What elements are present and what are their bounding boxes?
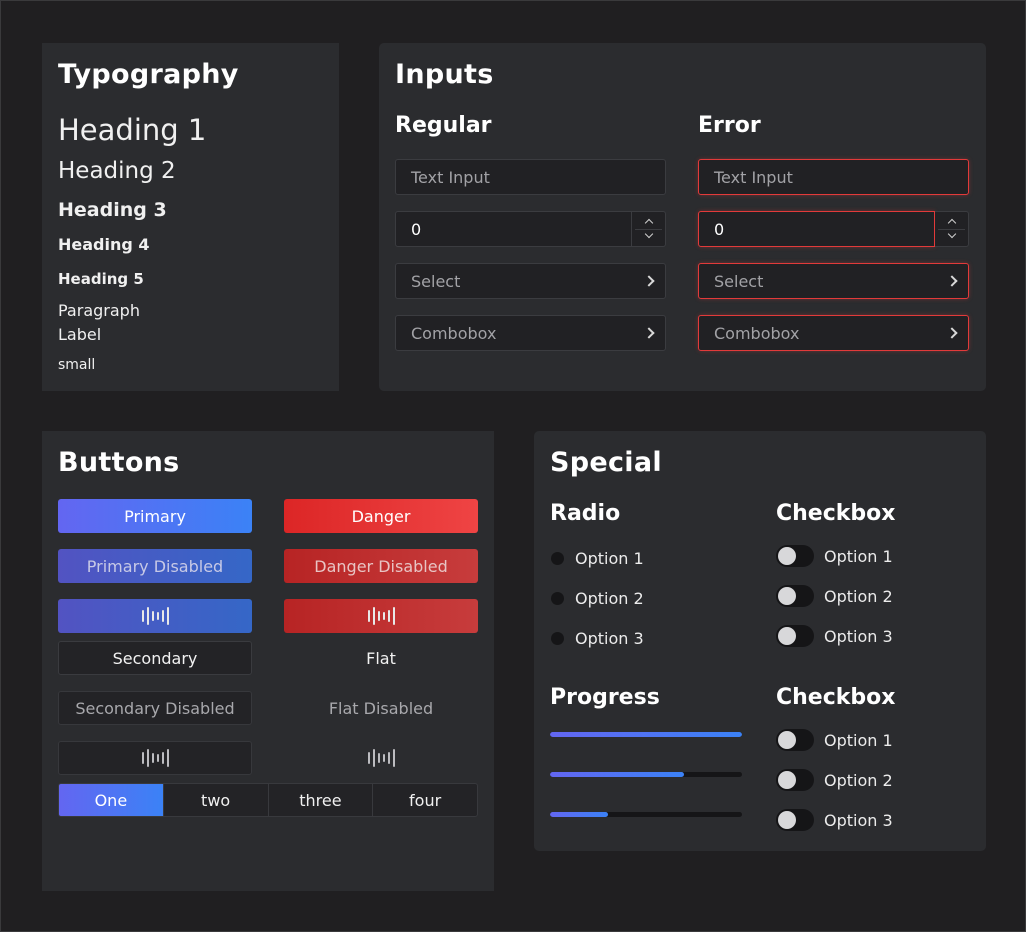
heading-2: Heading 2 bbox=[58, 158, 176, 184]
radio-option-3[interactable]: Option 3 bbox=[551, 629, 644, 648]
checkbox-option-1[interactable]: Option 1 bbox=[776, 545, 893, 567]
buttons-title: Buttons bbox=[58, 447, 180, 478]
error-text-placeholder: Text Input bbox=[714, 167, 793, 187]
chevron-down-icon[interactable] bbox=[644, 229, 653, 239]
radio-title: Radio bbox=[550, 501, 621, 526]
error-select-placeholder: Select bbox=[714, 271, 764, 291]
checkbox2-option-3[interactable]: Option 3 bbox=[776, 809, 893, 831]
segment-two[interactable]: two bbox=[162, 784, 268, 816]
checkbox-title-2: Checkbox bbox=[776, 685, 896, 710]
toggle-label: Option 2 bbox=[824, 770, 893, 790]
flat-loading-button[interactable] bbox=[284, 741, 478, 775]
heading-4: Heading 4 bbox=[58, 235, 150, 254]
toggle-label: Option 1 bbox=[824, 730, 893, 750]
checkbox-option-3[interactable]: Option 3 bbox=[776, 625, 893, 647]
special-title: Special bbox=[550, 447, 662, 478]
heading-1: Heading 1 bbox=[58, 113, 207, 147]
toggle-label: Option 3 bbox=[824, 626, 893, 646]
toggle-switch[interactable] bbox=[776, 625, 814, 647]
small-text: small bbox=[58, 357, 96, 373]
error-combobox[interactable]: Combobox bbox=[698, 315, 969, 351]
inputs-card: Inputs Regular Text Input 0 Select Combo… bbox=[379, 43, 986, 391]
error-number-stepper[interactable] bbox=[935, 211, 969, 247]
chevron-right-icon bbox=[643, 327, 655, 339]
radio-label: Option 1 bbox=[575, 549, 644, 568]
toggle-switch[interactable] bbox=[776, 545, 814, 567]
special-card: Special Radio Option 1 Option 2 Option 3… bbox=[534, 431, 986, 851]
radio-button[interactable] bbox=[551, 592, 564, 605]
danger-loading-button[interactable] bbox=[284, 599, 478, 633]
regular-number-value[interactable]: 0 bbox=[395, 211, 632, 247]
checkbox-option-2[interactable]: Option 2 bbox=[776, 585, 893, 607]
toggle-switch[interactable] bbox=[776, 729, 814, 751]
progress-bar-3 bbox=[550, 812, 742, 817]
chevron-up-icon[interactable] bbox=[947, 218, 956, 228]
loading-wave-icon bbox=[141, 749, 169, 767]
regular-select-placeholder: Select bbox=[411, 271, 461, 291]
checkbox-title: Checkbox bbox=[776, 501, 896, 526]
error-number-input[interactable]: 0 bbox=[698, 211, 969, 247]
checkbox2-option-2[interactable]: Option 2 bbox=[776, 769, 893, 791]
chevron-down-icon[interactable] bbox=[947, 229, 956, 239]
primary-loading-button[interactable] bbox=[58, 599, 252, 633]
chevron-up-icon[interactable] bbox=[644, 218, 653, 228]
radio-option-1[interactable]: Option 1 bbox=[551, 549, 644, 568]
checkbox2-option-1[interactable]: Option 1 bbox=[776, 729, 893, 751]
chevron-right-icon bbox=[946, 275, 958, 287]
flat-disabled-button[interactable]: Flat Disabled bbox=[284, 691, 478, 725]
primary-button[interactable]: Primary bbox=[58, 499, 252, 533]
secondary-loading-button[interactable] bbox=[58, 741, 252, 775]
radio-button[interactable] bbox=[551, 552, 564, 565]
radio-button[interactable] bbox=[551, 632, 564, 645]
regular-combobox[interactable]: Combobox bbox=[395, 315, 666, 351]
typography-title: Typography bbox=[58, 59, 239, 90]
toggle-switch[interactable] bbox=[776, 769, 814, 791]
segment-four[interactable]: four bbox=[372, 784, 477, 816]
error-select[interactable]: Select bbox=[698, 263, 969, 299]
secondary-disabled-button[interactable]: Secondary Disabled bbox=[58, 691, 252, 725]
regular-title: Regular bbox=[395, 113, 492, 138]
buttons-card: Buttons Primary Danger Primary Disabled … bbox=[42, 431, 494, 891]
segment-three[interactable]: three bbox=[267, 784, 373, 816]
flat-button[interactable]: Flat bbox=[284, 641, 478, 675]
loading-wave-icon bbox=[141, 607, 169, 625]
regular-number-stepper[interactable] bbox=[632, 211, 666, 247]
loading-wave-icon bbox=[367, 607, 395, 625]
radio-label: Option 3 bbox=[575, 629, 644, 648]
label-text: Label bbox=[58, 325, 102, 344]
danger-button[interactable]: Danger bbox=[284, 499, 478, 533]
toggle-label: Option 2 bbox=[824, 586, 893, 606]
inputs-title: Inputs bbox=[395, 59, 494, 90]
typography-card: Typography Heading 1 Heading 2 Heading 3… bbox=[42, 43, 339, 391]
loading-wave-icon bbox=[367, 749, 395, 767]
error-text-input[interactable]: Text Input bbox=[698, 159, 969, 195]
danger-disabled-button[interactable]: Danger Disabled bbox=[284, 549, 478, 583]
toggle-switch[interactable] bbox=[776, 585, 814, 607]
toggle-label: Option 1 bbox=[824, 546, 893, 566]
segmented-control: One two three four bbox=[58, 783, 478, 817]
toggle-switch[interactable] bbox=[776, 809, 814, 831]
progress-bar-2 bbox=[550, 772, 742, 777]
regular-text-placeholder: Text Input bbox=[411, 167, 490, 187]
error-title: Error bbox=[698, 113, 761, 138]
error-combobox-placeholder: Combobox bbox=[714, 323, 800, 343]
segment-one[interactable]: One bbox=[59, 784, 163, 816]
primary-disabled-button[interactable]: Primary Disabled bbox=[58, 549, 252, 583]
regular-combobox-placeholder: Combobox bbox=[411, 323, 497, 343]
chevron-right-icon bbox=[946, 327, 958, 339]
heading-3: Heading 3 bbox=[58, 199, 167, 221]
progress-title: Progress bbox=[550, 685, 660, 710]
progress-bar-1 bbox=[550, 732, 742, 737]
regular-number-input[interactable]: 0 bbox=[395, 211, 666, 247]
paragraph-text: Paragraph bbox=[58, 301, 140, 320]
error-number-value[interactable]: 0 bbox=[698, 211, 935, 247]
heading-5: Heading 5 bbox=[58, 270, 144, 288]
radio-option-2[interactable]: Option 2 bbox=[551, 589, 644, 608]
chevron-right-icon bbox=[643, 275, 655, 287]
regular-select[interactable]: Select bbox=[395, 263, 666, 299]
regular-text-input[interactable]: Text Input bbox=[395, 159, 666, 195]
radio-label: Option 2 bbox=[575, 589, 644, 608]
toggle-label: Option 3 bbox=[824, 810, 893, 830]
secondary-button[interactable]: Secondary bbox=[58, 641, 252, 675]
